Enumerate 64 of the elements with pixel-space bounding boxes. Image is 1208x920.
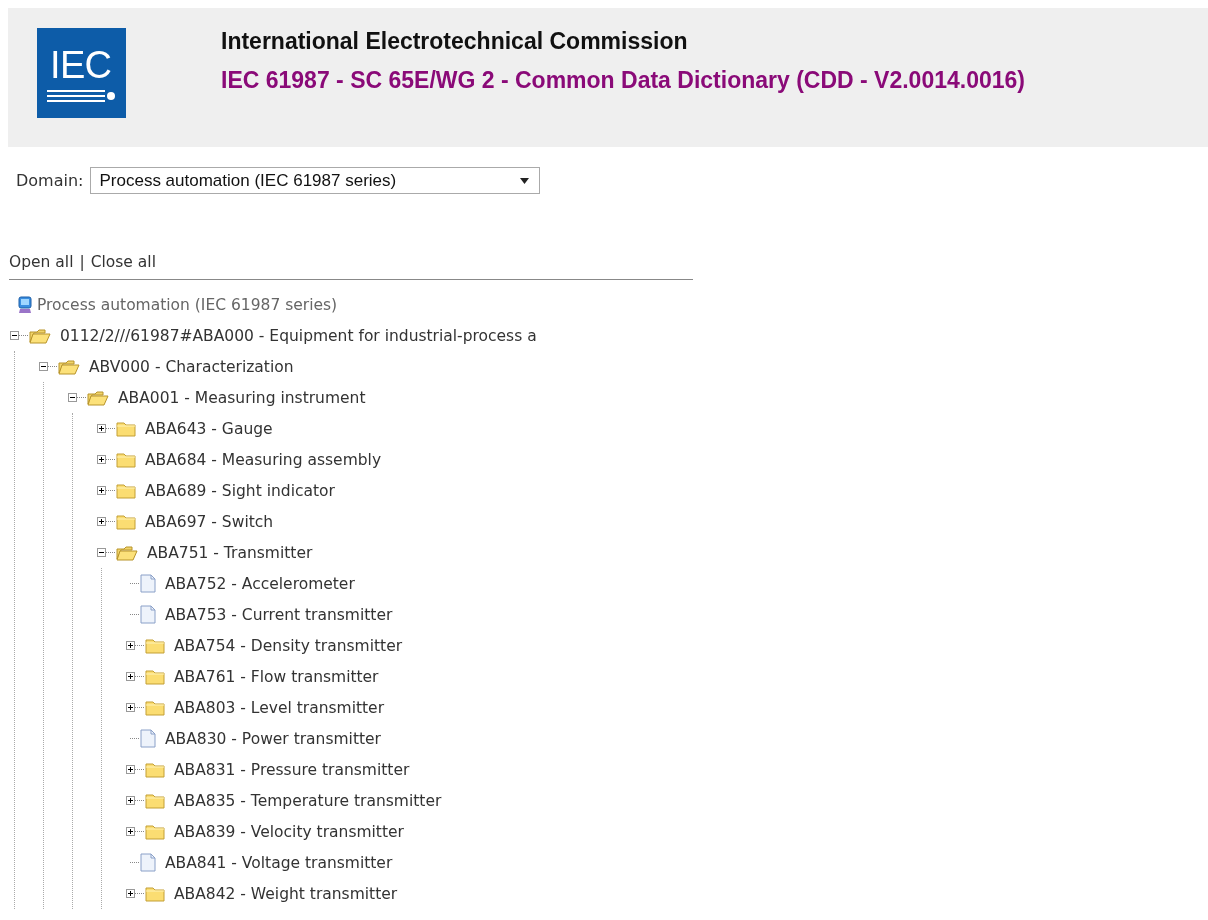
- domain-label: Domain:: [16, 171, 84, 190]
- open-folder-icon: [29, 327, 51, 344]
- tree-item[interactable]: ABA841 - Voltage transmitter: [165, 853, 393, 872]
- expand-toggle[interactable]: [126, 827, 135, 836]
- tree-item[interactable]: ABV000 - Characterization: [89, 357, 294, 376]
- tree-item[interactable]: ABA684 - Measuring assembly: [145, 450, 382, 469]
- folder-icon: [145, 885, 165, 902]
- collapse-toggle[interactable]: [97, 548, 106, 557]
- collapse-toggle[interactable]: [68, 393, 77, 402]
- expand-toggle[interactable]: [126, 765, 135, 774]
- expand-toggle[interactable]: [97, 517, 106, 526]
- collapse-toggle[interactable]: [10, 331, 19, 340]
- tree-item[interactable]: ABA643 - Gauge: [145, 419, 273, 438]
- tree-item[interactable]: ABA842 - Weight transmitter: [174, 884, 398, 903]
- tree-item[interactable]: 0112/2///61987#ABA000 - Equipment for industrial-process a: [60, 326, 537, 345]
- tree-item[interactable]: ABA835 - Temperature transmitter: [174, 791, 442, 810]
- folder-icon: [145, 699, 165, 716]
- open-folder-icon: [87, 389, 109, 406]
- domain-select[interactable]: Process automation (IEC 61987 series): [90, 167, 541, 194]
- folder-icon: [145, 792, 165, 809]
- open-folder-icon: [116, 544, 138, 561]
- tree-item[interactable]: ABA830 - Power transmitter: [165, 729, 381, 748]
- folder-icon: [116, 482, 136, 499]
- document-icon: [140, 574, 156, 593]
- tree-item[interactable]: ABA839 - Velocity transmitter: [174, 822, 404, 841]
- expand-toggle[interactable]: [126, 641, 135, 650]
- caret-icon: [520, 177, 530, 184]
- tree-item[interactable]: ABA831 - Pressure transmitter: [174, 760, 410, 779]
- expand-toggle[interactable]: [97, 455, 106, 464]
- tree-item[interactable]: ABA803 - Level transmitter: [174, 698, 385, 717]
- tree-item[interactable]: ABA761 - Flow transmitter: [174, 667, 379, 686]
- tree-item[interactable]: ABA754 - Density transmitter: [174, 636, 403, 655]
- collapse-toggle[interactable]: [39, 362, 48, 371]
- organization-title: International Electrotechnical Commission: [221, 28, 689, 55]
- computer-icon: [17, 295, 33, 314]
- document-icon: [140, 605, 156, 624]
- folder-icon: [116, 420, 136, 437]
- tree-item[interactable]: ABA697 - Switch: [145, 512, 274, 531]
- expand-toggle[interactable]: [97, 424, 106, 433]
- folder-icon: [116, 513, 136, 530]
- document-icon: [140, 853, 156, 872]
- folder-icon: [145, 668, 165, 685]
- expand-toggle[interactable]: [126, 796, 135, 805]
- expand-toggle[interactable]: [126, 703, 135, 712]
- folder-icon: [116, 451, 136, 468]
- tree-item[interactable]: ABA751 - Transmitter: [147, 543, 313, 562]
- open-all-link[interactable]: Open all: [9, 253, 74, 271]
- logo: IEC: [37, 28, 126, 118]
- close-all-link[interactable]: Close all: [90, 253, 156, 271]
- tree-item[interactable]: ABA753 - Current transmitter: [165, 605, 393, 624]
- expand-toggle[interactable]: [126, 672, 135, 681]
- folder-icon: [145, 823, 165, 840]
- separator: |: [79, 253, 85, 271]
- open-folder-icon: [58, 358, 80, 375]
- tree-item[interactable]: ABA689 - Sight indicator: [145, 481, 335, 500]
- tree-item[interactable]: ABA752 - Accelerometer: [165, 574, 355, 593]
- tree-root-label[interactable]: Process automation (IEC 61987 series): [37, 295, 338, 314]
- page-subtitle: IEC 61987 - SC 65E/WG 2 - Common Data Dictionary (CDD - V2.0014.0016): [221, 67, 1025, 94]
- expand-toggle[interactable]: [97, 486, 106, 495]
- tree-item[interactable]: ABA001 - Measuring instrument: [118, 388, 366, 407]
- expand-toggle[interactable]: [126, 889, 135, 898]
- folder-icon: [145, 637, 165, 654]
- document-icon: [140, 729, 156, 748]
- folder-icon: [145, 761, 165, 778]
